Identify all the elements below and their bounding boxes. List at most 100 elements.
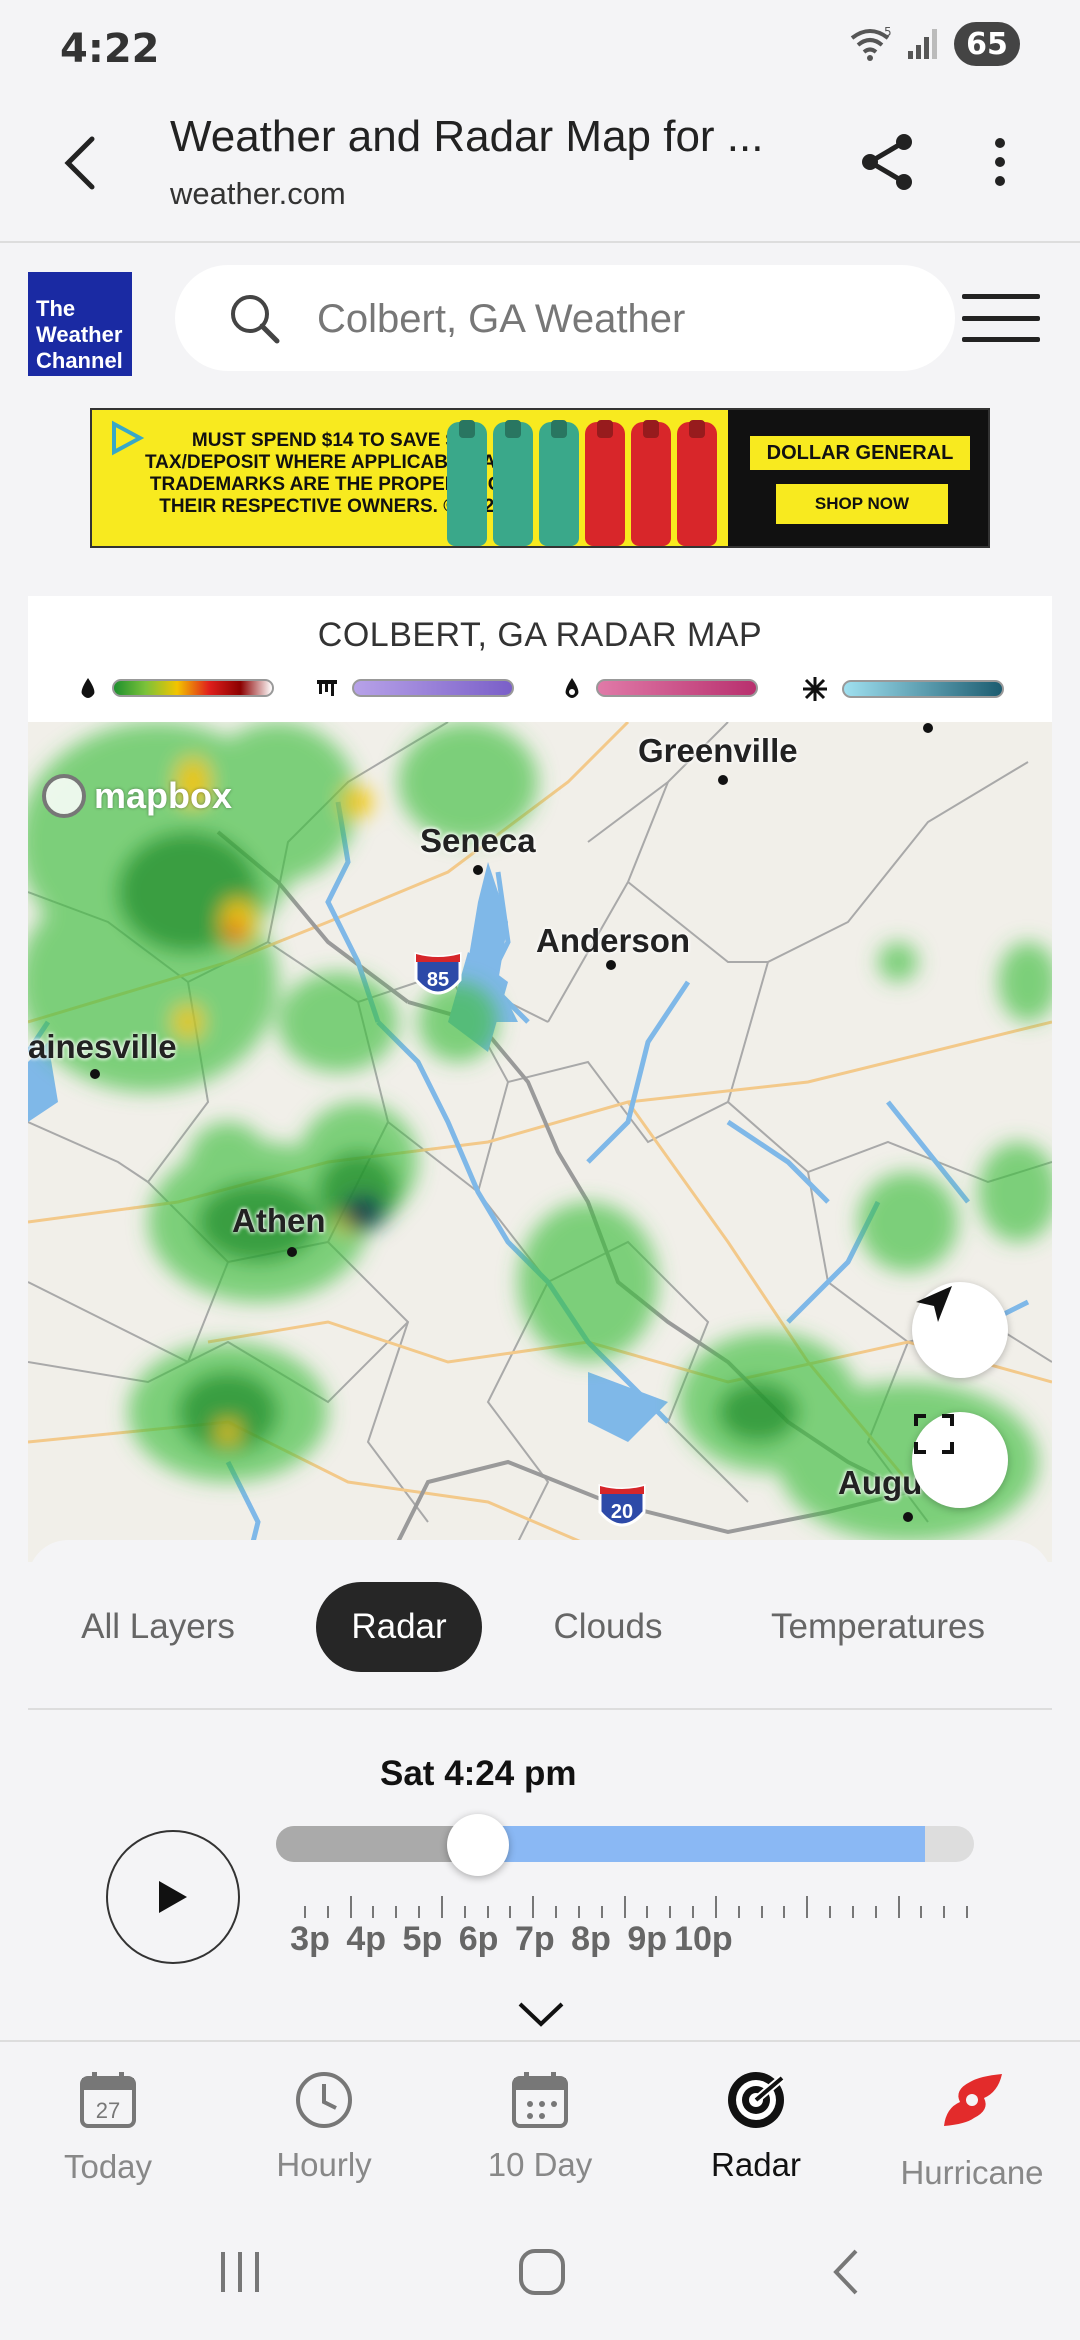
nav-radar[interactable]: Radar: [656, 2042, 856, 2208]
radar-map-header: COLBERT, GA RADAR MAP: [28, 596, 1052, 722]
nav-hourly[interactable]: Hourly: [224, 2042, 424, 2208]
clock-icon: [296, 2072, 352, 2128]
advertisement-banner[interactable]: MUST SPEND $14 TO SAVE $4. TAX/DEPOSIT W…: [90, 408, 990, 548]
fullscreen-button[interactable]: [912, 1412, 1008, 1508]
search-bar[interactable]: [175, 265, 955, 371]
back-button[interactable]: [50, 128, 110, 198]
calendar-date: 27: [96, 2098, 120, 2123]
map-label-gainesville: ainesville: [28, 1028, 177, 1065]
ice-icon: [317, 680, 337, 696]
collapse-chevron-icon[interactable]: [516, 2000, 566, 2030]
system-navigation-bar: [0, 2206, 1080, 2340]
timeline-tick: [555, 1906, 558, 1918]
system-back-icon: [833, 2249, 858, 2295]
timeline-tick: [509, 1906, 512, 1918]
timeline-tick: [440, 1896, 443, 1918]
map-label-seneca: Seneca: [420, 822, 536, 859]
interstate-20-shield-icon: 20: [598, 1484, 646, 1527]
bottle-icon: [447, 422, 487, 546]
radar-controls-panel: All Layers Radar Clouds Temperatures Sat…: [28, 1540, 1052, 2040]
locate-me-button[interactable]: [912, 1282, 1008, 1378]
radar-icon: [728, 2072, 785, 2128]
timeline-hour-label: 10p: [674, 1920, 733, 1958]
tab-clouds[interactable]: Clouds: [538, 1582, 678, 1672]
timeline-tick: [349, 1896, 352, 1918]
timeline-tick: [829, 1906, 832, 1918]
timeline-tick: [372, 1906, 375, 1918]
timeline-hour-labels: 3p 4p 5p 6p 7p 8p 9p 10p: [276, 1920, 1016, 1970]
mix-icon: [565, 678, 579, 698]
nav-label-10-day: 10 Day: [487, 2146, 593, 2183]
system-back-button[interactable]: [806, 2242, 886, 2302]
calendar-grid-icon: [512, 2072, 568, 2128]
home-button[interactable]: [502, 2242, 582, 2302]
mapbox-logo-icon: [42, 774, 86, 818]
tab-radar[interactable]: Radar: [316, 1582, 482, 1672]
timeline-tick: [737, 1906, 740, 1918]
timeline-tick: [600, 1906, 603, 1918]
interstate-85-shield-icon: 85: [414, 952, 462, 995]
timeline-tick: [897, 1896, 900, 1918]
timeline-tick: [532, 1896, 535, 1918]
battery-indicator: 65: [954, 22, 1020, 66]
logo-line: Weather: [36, 322, 123, 347]
legend-rain: [78, 676, 274, 700]
network-type: 5: [884, 26, 892, 39]
more-dot-icon: [995, 138, 1005, 148]
menu-line-icon: [962, 315, 1040, 321]
map-canvas: [28, 722, 1052, 1562]
nav-today[interactable]: 27 Today: [8, 2042, 208, 2208]
ad-brand-panel: DOLLAR GENERAL SHOP NOW: [728, 410, 988, 546]
timeline-track[interactable]: [276, 1826, 974, 1862]
legend-ice: [316, 676, 514, 700]
timeline-tick: [760, 1906, 763, 1918]
interstate-85-label: 85: [427, 969, 449, 991]
timeline-tick: [692, 1906, 695, 1918]
nav-label-hourly: Hourly: [276, 2146, 372, 2183]
timeline-tick: [326, 1906, 329, 1918]
tab-all-layers[interactable]: All Layers: [58, 1582, 258, 1672]
bottom-navigation: 27 Today Hourly 10 Day Radar Hurricane: [0, 2040, 1080, 2206]
timeline-ticks: [304, 1888, 968, 1918]
search-icon: [231, 295, 280, 344]
snowflake-icon: [803, 677, 827, 701]
calendar-icon: 27: [80, 2072, 136, 2128]
nav-10-day[interactable]: 10 Day: [440, 2042, 640, 2208]
legend-rain-bar: [112, 679, 274, 697]
radar-map[interactable]: mapbox Greenville Seneca Anderson ainesv…: [28, 722, 1052, 1562]
legend-ice-bar: [352, 679, 514, 697]
map-label-greenville: Greenville: [638, 732, 798, 769]
tab-temperatures[interactable]: Temperatures: [738, 1582, 1018, 1672]
timeline-tick: [646, 1906, 649, 1918]
share-button[interactable]: [858, 132, 918, 192]
timeline-tick: [623, 1896, 626, 1918]
timeline-forecast: [478, 1826, 926, 1862]
search-input[interactable]: [317, 291, 917, 347]
timeline-tick: [714, 1896, 717, 1918]
recent-apps-button[interactable]: [200, 2242, 280, 2302]
ad-shop-button[interactable]: SHOP NOW: [776, 484, 948, 524]
timeline-tick: [304, 1906, 306, 1918]
home-icon: [519, 2249, 565, 2295]
map-label-augusta: Augu: [838, 1464, 923, 1501]
browser-toolbar: Weather and Radar Map for ... weather.co…: [0, 90, 1080, 243]
timeline-tick: [418, 1906, 421, 1918]
weather-channel-logo[interactable]: The Weather Channel: [28, 272, 132, 376]
menu-button[interactable]: [962, 288, 1040, 348]
logo-line: Channel: [36, 348, 123, 373]
timeline-slider-thumb[interactable]: [447, 1814, 510, 1876]
location-arrow-icon: [916, 1286, 952, 1322]
more-dot-icon: [995, 176, 1005, 186]
nav-hurricane[interactable]: Hurricane: [872, 2042, 1072, 2208]
recent-apps-icon: [221, 2252, 259, 2292]
ad-brand: DOLLAR GENERAL: [750, 436, 970, 470]
timeline-tick: [966, 1906, 968, 1918]
timeline-tick: [463, 1906, 466, 1918]
map-label-anderson: Anderson: [536, 922, 691, 959]
play-button[interactable]: [106, 1830, 240, 1964]
more-dot-icon: [995, 157, 1005, 167]
back-arrow-icon: [64, 136, 95, 190]
logo-line: The: [36, 296, 76, 321]
mapbox-attribution[interactable]: mapbox: [42, 774, 232, 818]
more-options-button[interactable]: [975, 132, 1025, 192]
